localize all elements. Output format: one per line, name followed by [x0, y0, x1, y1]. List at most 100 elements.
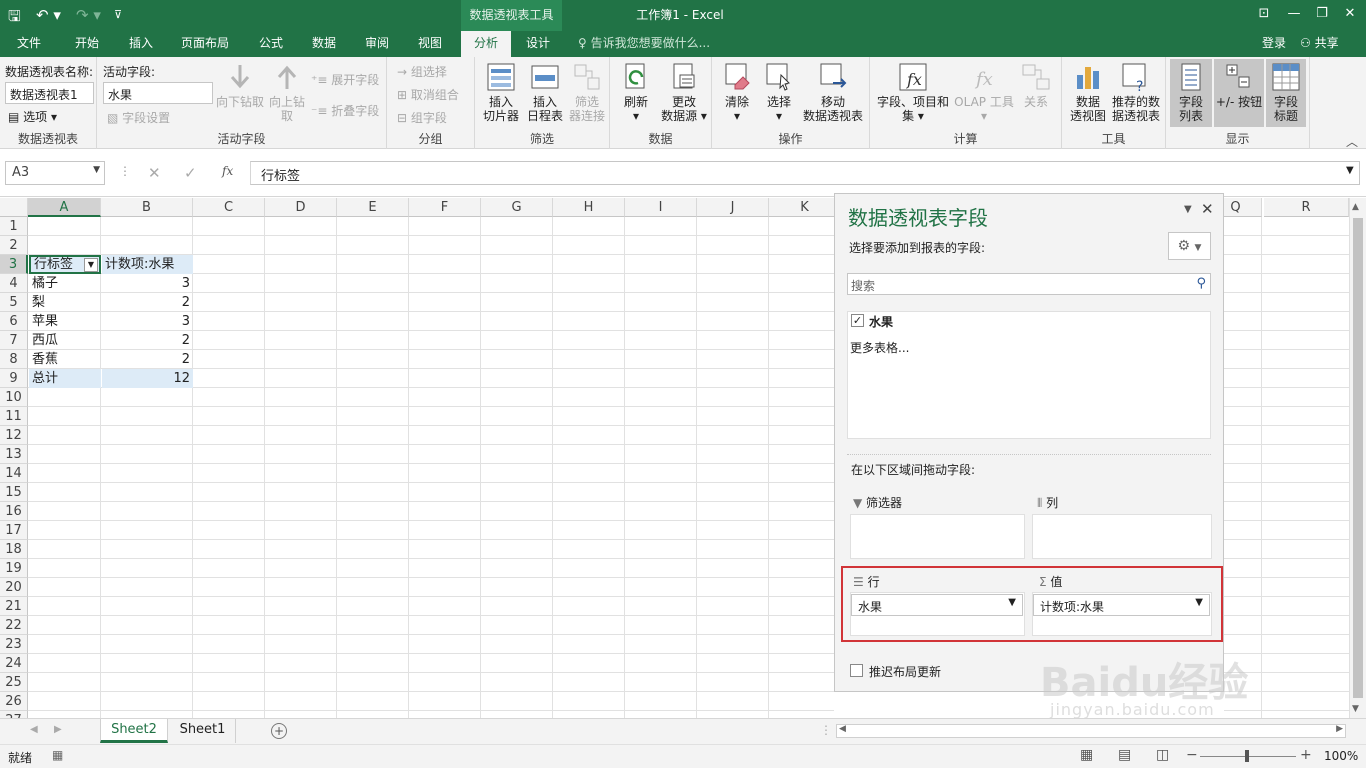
insert-timeline-button[interactable]: 插入 日程表	[523, 61, 567, 123]
row-header[interactable]: 4	[0, 274, 28, 293]
relationships-button[interactable]: 关系	[1016, 61, 1056, 109]
select-button[interactable]: 选择 ▾	[760, 61, 798, 123]
column-header[interactable]: K	[769, 198, 834, 217]
row-header[interactable]: 12	[0, 426, 28, 445]
options-button[interactable]: ▤ 选项 ▾	[8, 108, 57, 125]
close-button[interactable]: ✕	[1336, 0, 1364, 28]
row-header[interactable]: 7	[0, 331, 28, 350]
worksheet-grid-right[interactable]: Q R	[1210, 198, 1349, 730]
active-field-input[interactable]: 水果	[103, 82, 213, 104]
column-header[interactable]: C	[193, 198, 265, 217]
ribbon-display-icon[interactable]: ⊡	[1250, 0, 1278, 28]
scroll-down-icon[interactable]: ▼	[1352, 704, 1359, 714]
row-header[interactable]: 26	[0, 692, 28, 711]
column-header[interactable]: R	[1264, 198, 1349, 217]
row-header[interactable]: 19	[0, 559, 28, 578]
pivot-value-header[interactable]: 计数项:水果	[102, 255, 193, 274]
pivot-row-labels-header[interactable]: 行标签 ▼	[29, 255, 101, 274]
filter-dropdown-icon[interactable]: ▼	[84, 258, 98, 272]
share-button[interactable]: ⚇ 共享	[1300, 33, 1358, 55]
pivot-grand-total-label[interactable]: 总计	[29, 369, 101, 388]
clear-button[interactable]: 清除 ▾	[718, 61, 756, 123]
filters-area[interactable]	[850, 514, 1025, 559]
field-checkbox[interactable]: ✓	[851, 314, 864, 327]
pivot-row-label[interactable]: 橘子	[29, 274, 101, 293]
row-header[interactable]: 21	[0, 597, 28, 616]
pivot-row-label[interactable]: 苹果	[29, 312, 101, 331]
column-header[interactable]: G	[481, 198, 553, 217]
insert-function-icon[interactable]: fx	[222, 164, 233, 178]
enter-icon[interactable]: ✓	[184, 164, 197, 182]
more-tables-link[interactable]: 更多表格...	[850, 339, 909, 356]
sheet-tab-sheet2[interactable]: Sheet2	[100, 719, 168, 743]
scroll-up-icon[interactable]: ▲	[1352, 202, 1359, 212]
pane-options-icon[interactable]: ▼	[1184, 204, 1192, 215]
column-header[interactable]: D	[265, 198, 337, 217]
scroll-right-icon[interactable]: ▶	[1336, 724, 1343, 734]
tab-home[interactable]: 开始	[62, 31, 112, 57]
sheet-tab-sheet1[interactable]: Sheet1	[170, 719, 236, 743]
expand-field-button[interactable]: ⁺≡ 展开字段	[311, 71, 379, 88]
row-header[interactable]: 8	[0, 350, 28, 369]
tell-me-box[interactable]: ♀ 告诉我您想要做什么...	[578, 31, 710, 55]
select-all-corner[interactable]	[0, 198, 28, 217]
scroll-left-icon[interactable]: ◀	[839, 724, 846, 734]
row-header[interactable]: 24	[0, 654, 28, 673]
tab-view[interactable]: 视图	[405, 31, 455, 57]
pivot-row-value[interactable]: 3	[102, 274, 193, 293]
next-sheet-icon[interactable]: ▶	[54, 724, 62, 735]
defer-update-checkbox[interactable]	[850, 664, 863, 677]
pivot-row-value[interactable]: 2	[102, 293, 193, 312]
move-pivottable-button[interactable]: 移动 数据透视表	[800, 61, 866, 123]
tab-review[interactable]: 审阅	[352, 31, 402, 57]
zoom-level[interactable]: 100%	[1324, 749, 1358, 763]
pivot-row-value[interactable]: 3	[102, 312, 193, 331]
pivot-row-label[interactable]: 西瓜	[29, 331, 101, 350]
horizontal-scrollbar[interactable]: ◀ ▶	[836, 724, 1346, 738]
tab-analyze[interactable]: 分析	[461, 31, 511, 57]
tab-design[interactable]: 设计	[514, 31, 562, 57]
row-header[interactable]: 20	[0, 578, 28, 597]
customize-qat-icon[interactable]: ⊽	[114, 8, 122, 21]
field-search-input[interactable]: 搜索 ⚲	[847, 273, 1211, 295]
drill-up-button[interactable]: 向上钻取	[265, 61, 309, 123]
pivot-row-label[interactable]: 香蕉	[29, 350, 101, 369]
gear-icon[interactable]: ⚙ ▼	[1168, 232, 1211, 260]
redo-icon[interactable]: ↷ ▾	[76, 6, 101, 24]
page-break-view-icon[interactable]: ◫	[1156, 747, 1169, 763]
login-link[interactable]: 登录	[1262, 31, 1286, 55]
scroll-thumb[interactable]	[1353, 218, 1363, 698]
tab-split-icon[interactable]: ⋮	[820, 723, 832, 737]
tab-page-layout[interactable]: 页面布局	[172, 31, 238, 57]
group-field-button[interactable]: ⊟ 组字段	[397, 109, 447, 126]
tab-file[interactable]: 文件	[4, 31, 54, 57]
cancel-icon[interactable]: ✕	[148, 164, 161, 182]
zoom-slider-thumb[interactable]	[1245, 750, 1249, 762]
row-header[interactable]: 16	[0, 502, 28, 521]
prev-sheet-icon[interactable]: ◀	[30, 724, 38, 735]
row-header[interactable]: 6	[0, 312, 28, 331]
worksheet-grid[interactable]: ABCDEFGHIJK 1 2 3 4 5 6 7 8 9 10 11 12 13 14 15 16 17 18 1…	[0, 198, 834, 718]
olap-tools-button[interactable]: fx OLAP 工具 ▾	[952, 61, 1016, 123]
column-header[interactable]: H	[553, 198, 625, 217]
pt-name-input[interactable]: 数据透视表1	[5, 82, 94, 104]
tab-insert[interactable]: 插入	[116, 31, 166, 57]
recommended-pivottables-button[interactable]: ? 推荐的数 据透视表	[1108, 61, 1164, 123]
add-sheet-icon[interactable]: +	[271, 723, 287, 739]
collapse-field-button[interactable]: ⁻≡ 折叠字段	[311, 102, 379, 119]
save-icon[interactable]: 🖫	[8, 6, 21, 31]
row-header[interactable]: 13	[0, 445, 28, 464]
zoom-in-icon[interactable]: +	[1300, 747, 1312, 763]
row-header[interactable]: 10	[0, 388, 28, 407]
restore-button[interactable]: ❐	[1308, 0, 1336, 28]
column-header[interactable]: B	[101, 198, 193, 217]
column-header[interactable]: E	[337, 198, 409, 217]
pivotchart-button[interactable]: 数据 透视图	[1066, 61, 1110, 123]
undo-icon[interactable]: ↶ ▾	[36, 6, 61, 24]
normal-view-icon[interactable]: ▦	[1080, 747, 1093, 763]
field-headers-button[interactable]: 字段 标题	[1266, 59, 1306, 127]
tab-formulas[interactable]: 公式	[246, 31, 296, 57]
row-header[interactable]: 27	[0, 711, 28, 718]
row-header[interactable]: 18	[0, 540, 28, 559]
row-header[interactable]: 23	[0, 635, 28, 654]
